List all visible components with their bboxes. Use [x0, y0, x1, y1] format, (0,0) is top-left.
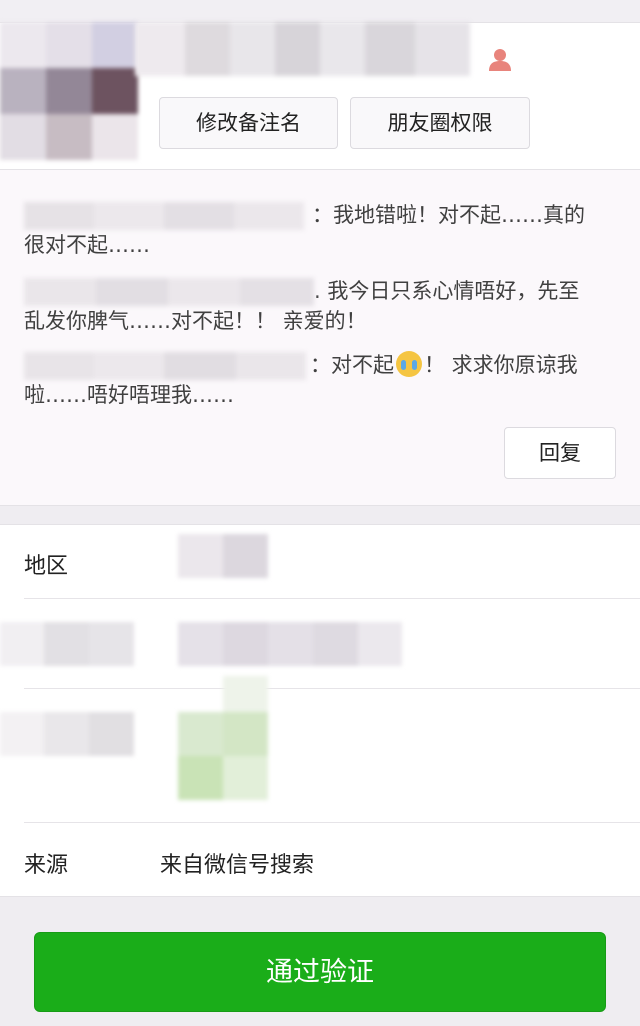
approve-verification-button[interactable]: 通过验证 [34, 932, 606, 1012]
sender-name-blurred [24, 352, 306, 380]
row-divider [24, 598, 640, 599]
row-divider [24, 688, 640, 689]
person-icon [489, 49, 511, 71]
crying-face-icon [396, 351, 422, 377]
sender-name-blurred [24, 202, 304, 230]
message-item: . 我今日只系心情唔好，先至 乱发你脾气……对不起！！ 亲爱的！ [24, 276, 614, 336]
signature-value-blurred [178, 622, 402, 666]
source-label: 来源 [24, 853, 69, 878]
moments-permission-button[interactable]: 朋友圈权限 [350, 97, 530, 149]
signature-label-blurred [0, 622, 134, 666]
edit-remark-button[interactable]: 修改备注名 [159, 97, 338, 149]
album-label-blurred [0, 712, 134, 756]
avatar[interactable] [0, 22, 140, 177]
region-value-blurred [178, 534, 268, 578]
row-divider [24, 822, 640, 823]
message-text-b: ！ 求求你原谅我 [424, 353, 578, 377]
nickname-blurred [135, 22, 470, 76]
message-text: ：对不起 [310, 353, 394, 377]
message-text-cont: 很对不起…… [24, 233, 150, 257]
album-photos-blurred[interactable] [178, 676, 268, 800]
source-value: 来自微信号搜索 [160, 853, 315, 878]
sender-name-blurred [24, 278, 314, 306]
top-strip [0, 0, 640, 22]
region-label: 地区 [24, 554, 69, 579]
message-item: ：对不起 ！ 求求你原谅我 啦……唔好唔理我…… [24, 350, 614, 410]
message-item: ：我地错啦！对不起……真的 很对不起…… [24, 200, 614, 260]
reply-button[interactable]: 回复 [504, 427, 616, 479]
message-text-cont: 乱发你脾气……对不起！！ 亲爱的！ [24, 309, 367, 333]
message-text-cont: 啦……唔好唔理我…… [24, 383, 234, 407]
info-section [0, 524, 640, 897]
